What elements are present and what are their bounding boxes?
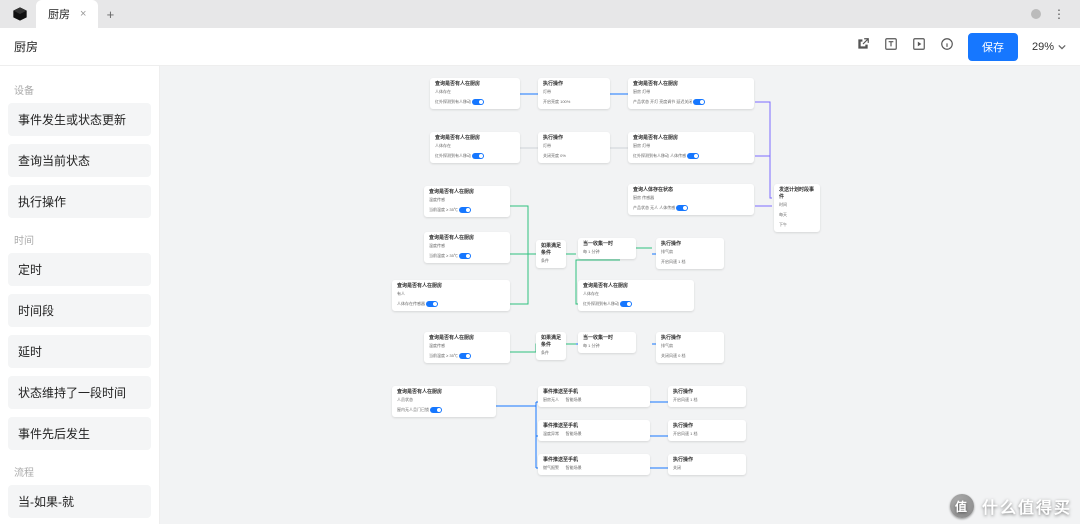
toggle-icon[interactable] (426, 301, 438, 307)
app-logo-icon (12, 6, 28, 22)
node-query-presence-3[interactable]: 查询是否有人在厨房 人体存在 红外探测到有人移动 (578, 280, 694, 311)
toggle-icon[interactable] (459, 253, 471, 259)
node-execute-fan-1[interactable]: 执行操作 排气扇 开启风速 1 档 (656, 238, 724, 269)
page-title: 厨房 (14, 38, 38, 55)
node-execute-fan-b[interactable]: 执行操作 开启风速 1 档 (668, 420, 746, 441)
sidebar-item-state-persist[interactable]: 状态维持了一段时间 (8, 376, 151, 409)
toggle-icon[interactable] (620, 301, 632, 307)
node-query-temp-upper[interactable]: 查询是否有人在厨房 温度传感 当前温度 ≥ 35℃ (424, 186, 510, 217)
new-tab-button[interactable]: + (98, 7, 122, 22)
node-palette-sidebar: 设备 事件发生或状态更新 查询当前状态 执行操作 时间 定时 时间段 延时 状态… (0, 66, 160, 524)
sidebar-item-event-or-state[interactable]: 事件发生或状态更新 (8, 103, 151, 136)
toggle-icon[interactable] (459, 353, 471, 359)
sidebar-item-scheduled[interactable]: 定时 (8, 253, 151, 286)
sidebar-item-time-range[interactable]: 时间段 (8, 294, 151, 327)
node-push-3[interactable]: 事件推送至手机 燃气报警 智能场景 (538, 454, 650, 475)
node-execute-fan-a[interactable]: 执行操作 开启风速 1 档 (668, 386, 746, 407)
info-icon[interactable] (940, 37, 954, 56)
share-icon[interactable] (856, 37, 870, 56)
chevron-down-icon (1058, 43, 1066, 51)
toggle-icon[interactable] (459, 207, 471, 213)
sidebar-item-when-if-then[interactable]: 当-如果-就 (8, 485, 151, 518)
group-heading-devices: 设备 (8, 76, 151, 103)
save-button[interactable]: 保存 (968, 33, 1018, 61)
zoom-dropdown[interactable]: 29% (1032, 41, 1066, 53)
close-tab-icon[interactable]: × (80, 8, 86, 20)
zoom-value: 29% (1032, 41, 1054, 53)
node-query-lamp-1[interactable]: 查询是否有人在厨房 厨房 灯带 产品状态 开灯 亮度调节 延迟关闭 (628, 78, 754, 109)
node-query-temp-mid[interactable]: 查询是否有人在厨房 温度传感 当前温度 ≥ 35℃ (424, 232, 510, 263)
node-when-collect-2[interactable]: 当一收集一时 每 1 分钟 (578, 332, 636, 353)
page-header: 厨房 保存 29% (0, 28, 1080, 66)
node-execute-1[interactable]: 执行操作 灯带 开启亮度 100% (538, 78, 610, 109)
group-heading-flow: 流程 (8, 458, 151, 485)
tab-title: 厨房 (48, 6, 70, 22)
node-execute-fan-2[interactable]: 执行操作 排气扇 关闭风速 0 档 (656, 332, 724, 363)
sidebar-item-query-state[interactable]: 查询当前状态 (8, 144, 151, 177)
node-execute-2[interactable]: 执行操作 灯带 关闭亮度 0% (538, 132, 610, 163)
flow-canvas[interactable]: 查询是否有人在厨房 人体存在 红外探测到有人移动 执行操作 灯带 开启亮度 10… (160, 66, 1080, 524)
watermark-text: 什么值得买 (982, 494, 1072, 518)
toggle-icon[interactable] (430, 407, 442, 413)
node-query-nobody[interactable]: 查询人体存在状态 厨房 传感器 产品状态 无人 人体传感 (628, 184, 754, 215)
watermark: 值 什么值得买 (950, 494, 1072, 518)
node-if-condition-1[interactable]: 如果满足条件 条件 (536, 240, 566, 268)
text-icon[interactable] (884, 37, 898, 56)
account-avatar-icon[interactable] (1031, 9, 1041, 19)
node-when-collect-1[interactable]: 当一收集一时 每 1 分钟 (578, 238, 636, 259)
sidebar-item-sequence[interactable]: 事件先后发生 (8, 417, 151, 450)
play-icon[interactable] (912, 37, 926, 56)
node-query-presence-2[interactable]: 查询是否有人在厨房 人体存在 红外探测到有人移动 (430, 132, 520, 163)
sidebar-item-execute-action[interactable]: 执行操作 (8, 185, 151, 218)
node-if-condition-2[interactable]: 如果满足条件 条件 (536, 332, 566, 360)
node-schedule-right[interactable]: 发送计划时段事件 时间 每天 下午 (774, 184, 820, 232)
node-push-1[interactable]: 事件推送至手机 厨房无人 智能场景 (538, 386, 650, 407)
toggle-icon[interactable] (472, 153, 484, 159)
sidebar-item-delay[interactable]: 延时 (8, 335, 151, 368)
toggle-icon[interactable] (693, 99, 705, 105)
browser-tab-active[interactable]: 厨房 × (36, 0, 98, 28)
toggle-icon[interactable] (687, 153, 699, 159)
node-push-2[interactable]: 事件推送至手机 温度异常 智能场景 (538, 420, 650, 441)
group-heading-time: 时间 (8, 226, 151, 253)
toggle-icon[interactable] (676, 205, 688, 211)
node-query-temp-lower[interactable]: 查询是否有人在厨房 温度传感 当前温度 ≥ 35℃ (424, 332, 510, 363)
node-query-nobody-home[interactable]: 查询是否有人在厨房 人员状态 屋内无人且门已锁 (392, 386, 496, 417)
node-execute-fan-c[interactable]: 执行操作 关闭 (668, 454, 746, 475)
node-query-lamp-2[interactable]: 查询是否有人在厨房 厨房 灯带 红外探测到有人移动 人体传感 (628, 132, 754, 163)
more-menu-icon[interactable]: ⋮ (1053, 7, 1066, 21)
node-query-presence-side[interactable]: 查询是否有人在厨房 有人 人体存在传感器 (392, 280, 510, 311)
node-query-presence-1[interactable]: 查询是否有人在厨房 人体存在 红外探测到有人移动 (430, 78, 520, 109)
toggle-icon[interactable] (472, 99, 484, 105)
browser-tabbar: 厨房 × + ⋮ (0, 0, 1080, 28)
watermark-coin-icon: 值 (950, 494, 974, 518)
